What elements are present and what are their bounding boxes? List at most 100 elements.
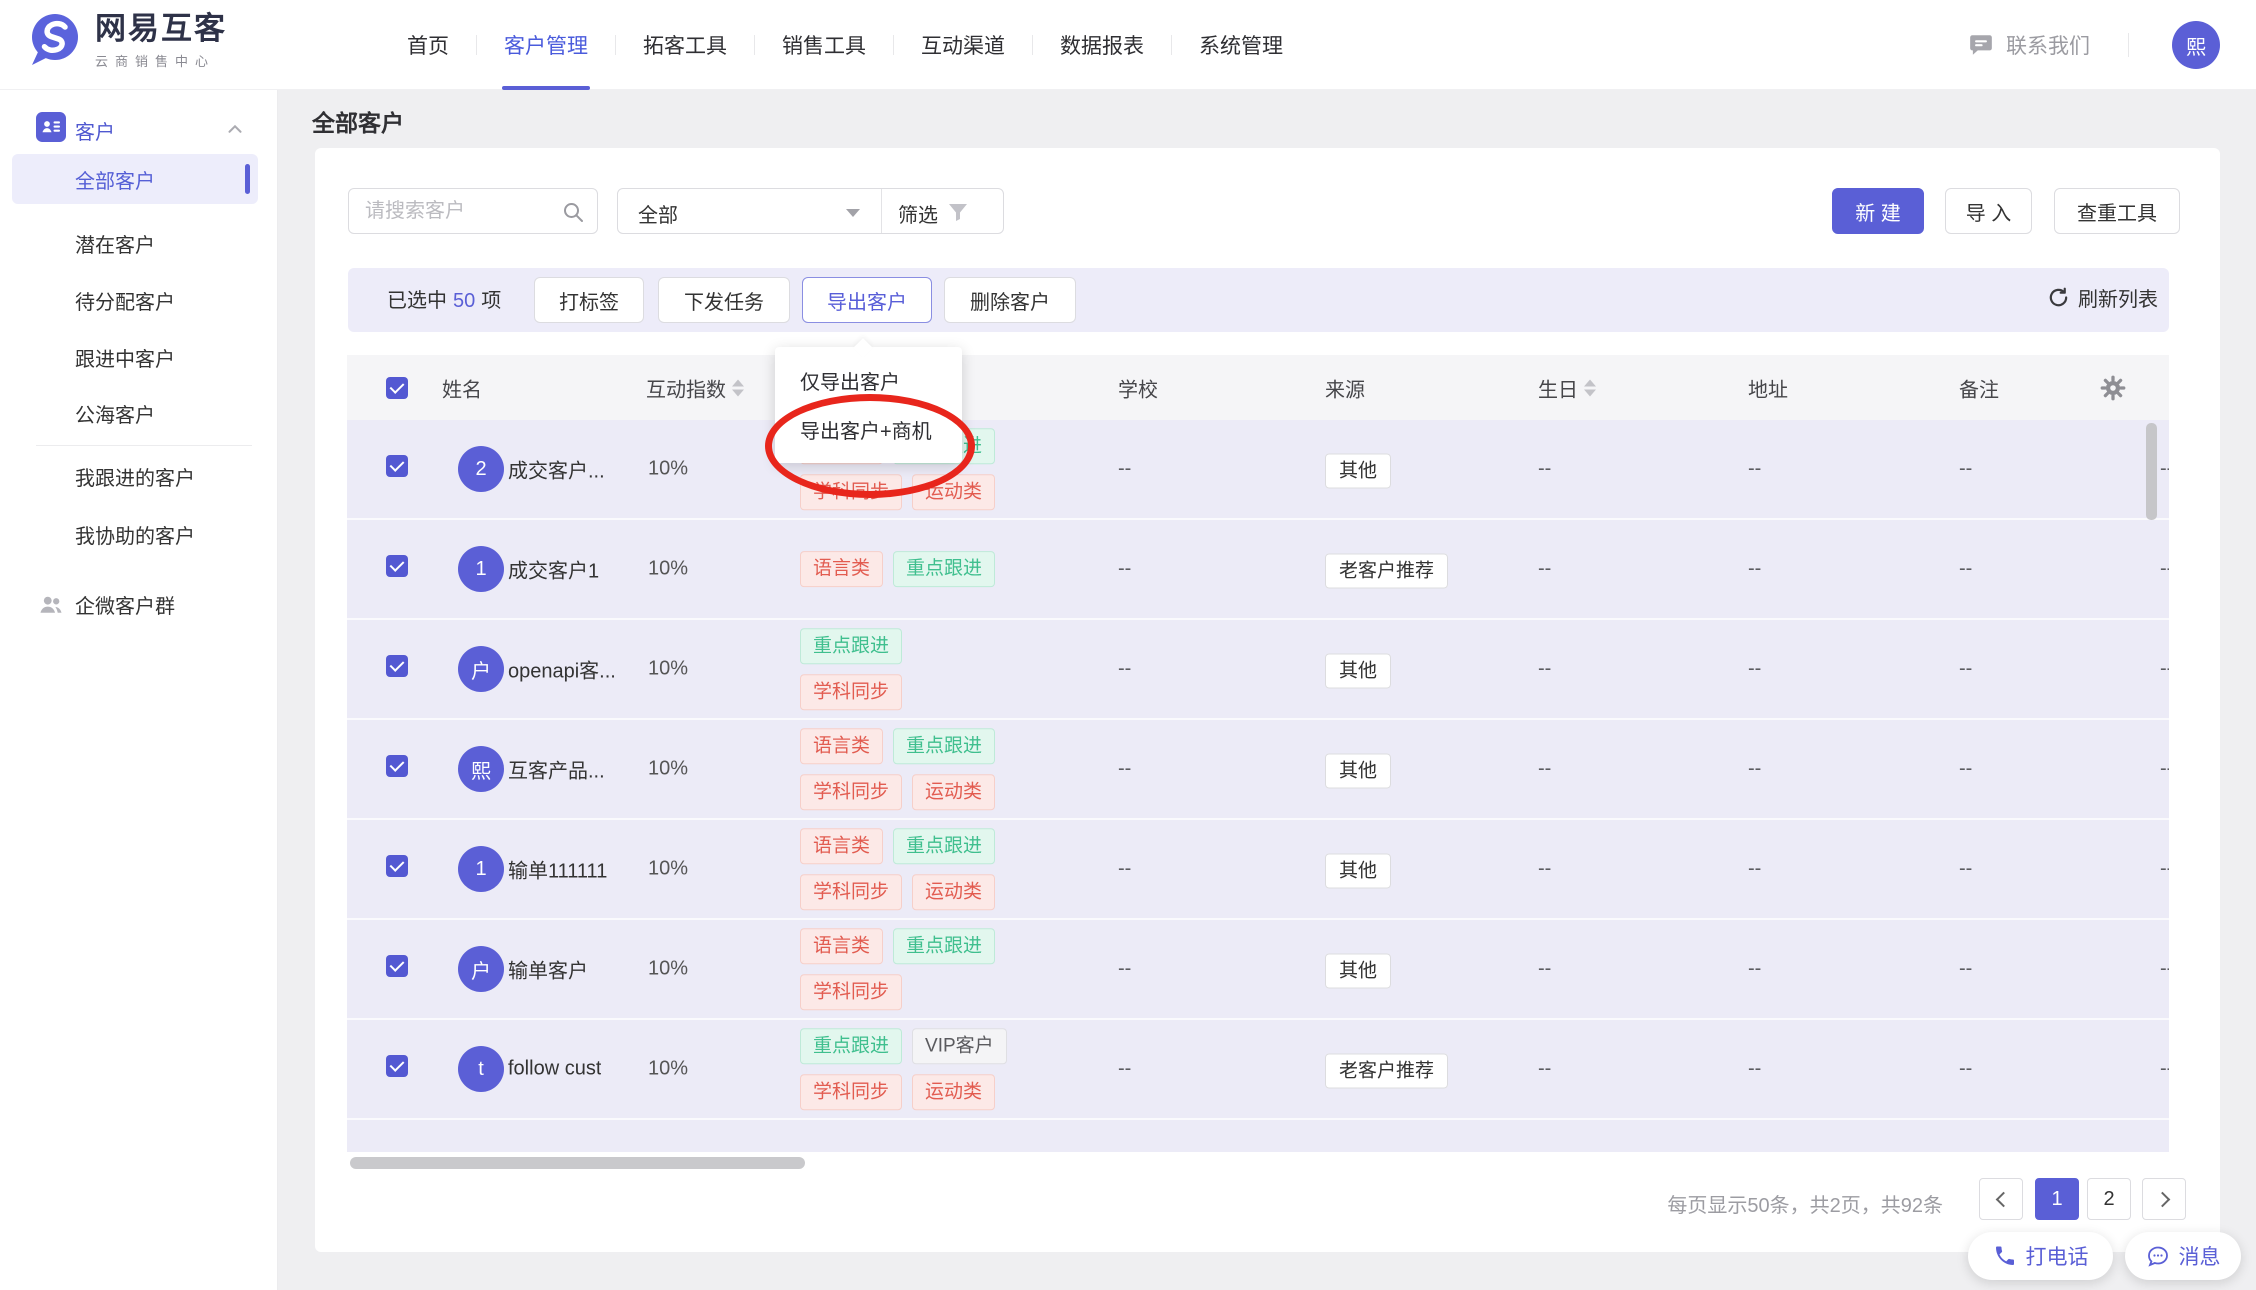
customer-name[interactable]: 成交客户1 xyxy=(508,555,599,584)
funnel-icon[interactable] xyxy=(946,200,970,224)
customer-name[interactable]: 互客产品... xyxy=(508,755,605,784)
nav-item[interactable]: 拓客工具 xyxy=(616,0,754,90)
message-button-label: 消息 xyxy=(2179,1241,2221,1271)
row-checkbox[interactable] xyxy=(386,855,408,877)
contact-us-button[interactable]: 联系我们 xyxy=(1968,0,2090,90)
source-wrap: 老客户推荐 xyxy=(1325,556,1448,583)
row-checkbox[interactable] xyxy=(386,655,408,677)
sidebar-item[interactable]: 我跟进的客户 xyxy=(12,451,258,501)
logo-text: 网易互客 云商销售中心 xyxy=(95,11,227,70)
filter-select[interactable]: 全部 xyxy=(638,199,678,228)
column-header-address: 地址 xyxy=(1748,373,1788,402)
horizontal-scrollbar[interactable] xyxy=(350,1157,805,1169)
export-menu-item[interactable]: 导出客户+商机 xyxy=(775,405,962,454)
row-checkbox[interactable] xyxy=(386,1055,408,1077)
table-row: 1输单11111110%语言类重点跟进学科同步运动类--其他-------- xyxy=(347,820,2169,920)
assign-task-button[interactable]: 下发任务 xyxy=(658,277,790,323)
birthday-value: -- xyxy=(1538,658,1551,681)
address-value: -- xyxy=(1748,858,1761,881)
address-value: -- xyxy=(1748,658,1761,681)
combo-divider xyxy=(881,189,882,233)
customer-name[interactable]: 输单客户 xyxy=(508,955,588,984)
customer-tag: 语言类 xyxy=(800,828,883,864)
nav-item[interactable]: 销售工具 xyxy=(755,0,893,90)
vertical-scrollbar[interactable] xyxy=(2146,423,2157,520)
nav-item[interactable]: 互动渠道 xyxy=(894,0,1032,90)
export-customers-button[interactable]: 导出客户 xyxy=(802,277,932,323)
dedupe-tool-button[interactable]: 查重工具 xyxy=(2054,188,2180,234)
sidebar-item[interactable]: 待分配客户 xyxy=(12,275,258,325)
customer-name[interactable]: openapi客... xyxy=(508,655,616,684)
row-checkbox[interactable] xyxy=(386,955,408,977)
user-avatar[interactable]: 熙 xyxy=(2172,21,2220,69)
sort-icon[interactable] xyxy=(1584,379,1596,396)
sidebar-divider xyxy=(36,445,252,446)
message-button[interactable]: 消息 xyxy=(2125,1232,2241,1280)
nav-item[interactable]: 数据报表 xyxy=(1033,0,1171,90)
source-tag: 其他 xyxy=(1325,754,1391,789)
column-header-score[interactable]: 互动指数 xyxy=(646,373,744,402)
call-button[interactable]: 打电话 xyxy=(1968,1232,2113,1280)
extra-value: -- xyxy=(2160,458,2169,481)
search-icon[interactable] xyxy=(561,200,585,224)
extra-value: -- xyxy=(2160,758,2169,781)
refresh-list-button[interactable]: 刷新列表 xyxy=(2047,283,2158,312)
column-header-birthday[interactable]: 生日 xyxy=(1538,373,1596,402)
next-page-button[interactable] xyxy=(2142,1178,2186,1220)
column-header-note: 备注 xyxy=(1959,373,1999,402)
nav-item[interactable]: 客户管理 xyxy=(477,0,615,90)
cell-avatar-wrap: 熙 xyxy=(458,746,504,792)
app-logo: 网易互客 云商销售中心 xyxy=(29,11,227,70)
contact-card-icon xyxy=(36,112,66,142)
sidebar-group-customers[interactable]: 客户 xyxy=(0,108,278,152)
logo-title: 网易互客 xyxy=(95,11,227,47)
sort-icon[interactable] xyxy=(732,379,744,396)
delete-customers-button[interactable]: 删除客户 xyxy=(944,277,1076,323)
nav-item[interactable]: 首页 xyxy=(380,0,476,90)
filter-button[interactable]: 筛选 xyxy=(898,199,938,228)
source-tag: 其他 xyxy=(1325,954,1391,989)
page-button[interactable]: 1 xyxy=(2035,1178,2079,1220)
app-window: 网易互客 云商销售中心 首页客户管理拓客工具销售工具互动渠道数据报表系统管理 联… xyxy=(0,0,2256,1290)
row-checkbox[interactable] xyxy=(386,755,408,777)
sidebar-item[interactable]: 潜在客户 xyxy=(12,218,258,268)
customer-tag: 学科同步 xyxy=(800,674,902,710)
row-checkbox[interactable] xyxy=(386,455,408,477)
customer-tag: 语言类 xyxy=(800,728,883,764)
sidebar-item[interactable]: 全部客户 xyxy=(12,154,258,204)
cell-avatar-wrap: t xyxy=(458,1046,504,1092)
search-input[interactable] xyxy=(363,189,553,233)
cell-checkbox-wrap xyxy=(386,455,408,483)
gear-icon[interactable] xyxy=(2099,374,2127,402)
sidebar-item-wecom-groups[interactable]: 企微客户群 xyxy=(12,579,258,629)
customer-name[interactable]: 输单111111 xyxy=(508,855,607,884)
row-checkbox[interactable] xyxy=(386,555,408,577)
sidebar-item-label: 跟进中客户 xyxy=(75,343,175,372)
birthday-value: -- xyxy=(1538,858,1551,881)
customer-tag: 语言类 xyxy=(800,928,883,964)
customer-name[interactable]: follow cust xyxy=(508,1058,601,1081)
prev-page-button[interactable] xyxy=(1979,1178,2023,1220)
customer-tag: 学科同步 xyxy=(800,874,902,910)
nav-item[interactable]: 系统管理 xyxy=(1172,0,1310,90)
customer-tag: 运动类 xyxy=(912,874,995,910)
sidebar-item[interactable]: 跟进中客户 xyxy=(12,332,258,382)
sidebar-item[interactable]: 我协助的客户 xyxy=(12,509,258,559)
export-menu-item[interactable]: 仅导出客户 xyxy=(775,356,962,405)
tag-list: 重点跟进VIP客户学科同步运动类 xyxy=(800,1028,1012,1110)
birthday-value: -- xyxy=(1538,558,1551,581)
address-value: -- xyxy=(1748,458,1761,481)
source-tag: 其他 xyxy=(1325,654,1391,689)
school-value: -- xyxy=(1118,858,1131,881)
note-value: -- xyxy=(1959,958,1972,981)
select-all-checkbox[interactable] xyxy=(386,377,408,399)
interaction-score: 10% xyxy=(648,458,688,481)
sidebar-item[interactable]: 公海客户 xyxy=(12,388,258,438)
import-button[interactable]: 导 入 xyxy=(1945,188,2032,234)
address-value: -- xyxy=(1748,1058,1761,1081)
new-customer-button[interactable]: 新 建 xyxy=(1832,188,1924,234)
page-button[interactable]: 2 xyxy=(2087,1178,2131,1220)
customer-name[interactable]: 成交客户... xyxy=(508,455,605,484)
tag-button[interactable]: 打标签 xyxy=(534,277,644,323)
note-value: -- xyxy=(1959,758,1972,781)
